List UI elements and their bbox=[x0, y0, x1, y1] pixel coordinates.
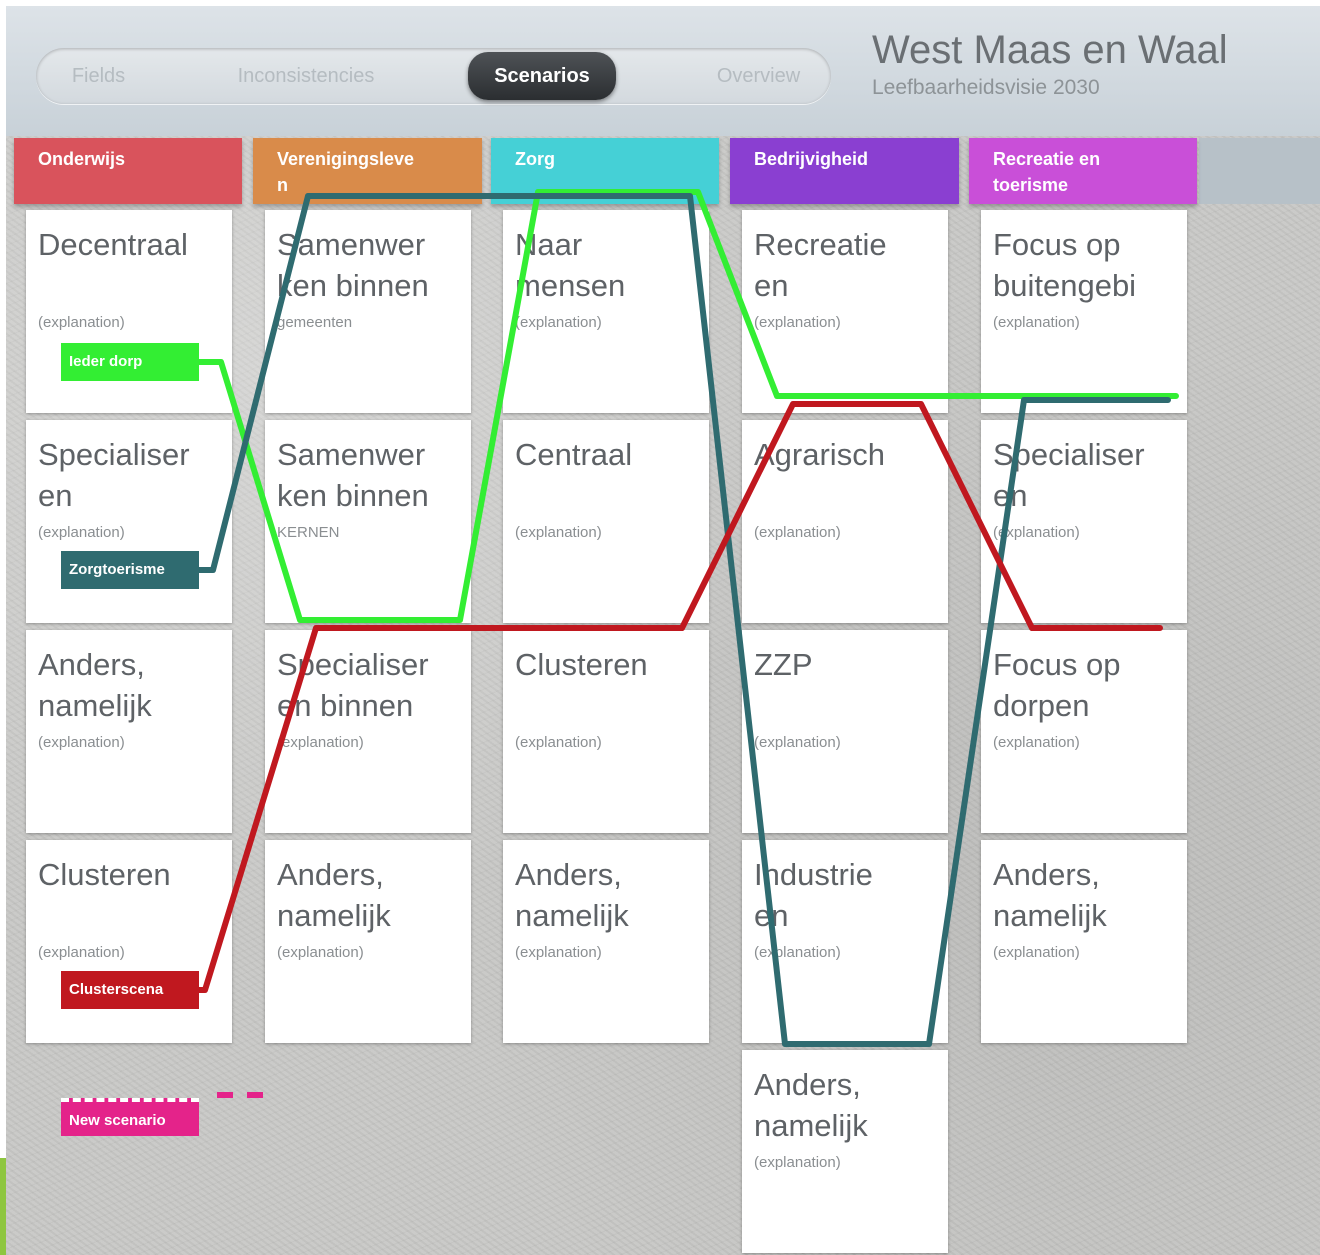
option-title: Agrarisch bbox=[754, 437, 885, 472]
tab-inconsistencies[interactable]: Inconsistencies bbox=[161, 48, 451, 104]
header-filler bbox=[1199, 138, 1320, 204]
option-title: Decentraal bbox=[38, 227, 188, 262]
category-header[interactable]: Recreatie en toerisme bbox=[969, 138, 1197, 204]
option-title: Specialiser en bbox=[993, 437, 1145, 513]
option-explanation: (explanation) bbox=[754, 524, 841, 541]
option-card[interactable]: Specialiser en (explanation) bbox=[26, 420, 232, 623]
view-switcher: Fields Inconsistencies Scenarios Overvie… bbox=[36, 48, 831, 104]
option-title: Anders, namelijk bbox=[277, 857, 391, 933]
option-explanation: (explanation) bbox=[993, 734, 1080, 751]
tab-fields[interactable]: Fields bbox=[36, 48, 161, 104]
option-title: Industrie en bbox=[754, 857, 873, 933]
option-title: Anders, namelijk bbox=[38, 647, 152, 723]
category-header[interactable]: Onderwijs bbox=[14, 138, 242, 204]
option-card[interactable]: Clusteren (explanation) bbox=[26, 840, 232, 1043]
option-card[interactable]: Industrie en (explanation) bbox=[742, 840, 948, 1043]
option-card[interactable]: Anders, namelijk (explanation) bbox=[265, 840, 471, 1043]
option-explanation: gemeenten bbox=[277, 314, 353, 331]
option-card[interactable]: Recreatie en (explanation) bbox=[742, 210, 948, 413]
category-label: Zorg bbox=[515, 149, 555, 169]
new-scenario-dash bbox=[217, 1092, 233, 1098]
option-title: Recreatie en bbox=[754, 227, 887, 303]
scenario-tag[interactable]: Ieder dorp bbox=[61, 343, 199, 381]
option-explanation: (explanation) bbox=[515, 944, 602, 961]
option-explanation: (explanation) bbox=[38, 314, 125, 331]
option-explanation: (explanation) bbox=[515, 524, 602, 541]
option-explanation: (explanation) bbox=[515, 314, 602, 331]
option-title: Samenwer ken binnen bbox=[277, 437, 429, 513]
category-label: Verenigingsleve n bbox=[277, 149, 415, 195]
page-subtitle: Leefbaarheidsvisie 2030 bbox=[872, 76, 1100, 99]
option-title: Focus op dorpen bbox=[993, 647, 1121, 723]
option-title: ZZP bbox=[754, 647, 813, 682]
category-header[interactable]: Zorg bbox=[491, 138, 719, 204]
option-title: Specialiser en binnen bbox=[277, 647, 429, 723]
option-card[interactable]: Focus op dorpen (explanation) bbox=[981, 630, 1187, 833]
option-explanation: (explanation) bbox=[754, 734, 841, 751]
category-label: Recreatie en toerisme bbox=[993, 149, 1101, 195]
tab-overview[interactable]: Overview bbox=[676, 48, 841, 104]
option-explanation: (explanation) bbox=[38, 524, 125, 541]
tab-scenarios[interactable]: Scenarios bbox=[468, 52, 616, 100]
option-title: Clusteren bbox=[38, 857, 171, 892]
scenario-board: Fields Inconsistencies Scenarios Overvie… bbox=[6, 6, 1320, 1255]
option-explanation: (explanation) bbox=[993, 314, 1080, 331]
option-title: Anders, namelijk bbox=[515, 857, 629, 933]
page-title: West Maas en Waal bbox=[872, 28, 1228, 72]
option-explanation: (explanation) bbox=[993, 944, 1080, 961]
scenario-tag[interactable]: Zorgtoerisme bbox=[61, 551, 199, 589]
category-label: Onderwijs bbox=[38, 149, 126, 169]
option-card[interactable]: Focus op buitengebi (explanation) bbox=[981, 210, 1187, 413]
option-card[interactable]: Samenwer ken binnen gemeenten bbox=[265, 210, 471, 413]
option-card[interactable]: Clusteren (explanation) bbox=[503, 630, 709, 833]
option-card[interactable]: ZZP (explanation) bbox=[742, 630, 948, 833]
option-card[interactable]: Anders, namelijk (explanation) bbox=[742, 1050, 948, 1253]
option-title: Focus op buitengebi bbox=[993, 227, 1137, 303]
option-title: Specialiser en bbox=[38, 437, 190, 513]
option-card[interactable]: Specialiser en binnen (explanation) bbox=[265, 630, 471, 833]
option-title: Anders, namelijk bbox=[993, 857, 1107, 933]
option-card[interactable]: Anders, namelijk (explanation) bbox=[503, 840, 709, 1043]
option-card[interactable]: Naar mensen (explanation) bbox=[503, 210, 709, 413]
option-title: Clusteren bbox=[515, 647, 648, 682]
new-scenario-button[interactable]: New scenario bbox=[61, 1098, 199, 1136]
option-card[interactable]: Decentraal (explanation) bbox=[26, 210, 232, 413]
option-explanation: (explanation) bbox=[754, 944, 841, 961]
corner-tab bbox=[0, 1158, 6, 1255]
option-explanation: (explanation) bbox=[754, 1154, 841, 1171]
option-card[interactable]: Centraal (explanation) bbox=[503, 420, 709, 623]
option-explanation: (explanation) bbox=[754, 314, 841, 331]
option-card[interactable]: Agrarisch (explanation) bbox=[742, 420, 948, 623]
option-card[interactable]: Anders, namelijk (explanation) bbox=[981, 840, 1187, 1043]
option-explanation: (explanation) bbox=[993, 524, 1080, 541]
option-title: Samenwer ken binnen bbox=[277, 227, 429, 303]
option-explanation: (explanation) bbox=[277, 734, 364, 751]
scenario-tag[interactable]: Clusterscena bbox=[61, 971, 199, 1009]
option-card[interactable]: Samenwer ken binnen KERNEN bbox=[265, 420, 471, 623]
option-card[interactable]: Specialiser en (explanation) bbox=[981, 420, 1187, 623]
category-header[interactable]: Verenigingsleve n bbox=[253, 138, 482, 204]
option-explanation: (explanation) bbox=[515, 734, 602, 751]
option-explanation: KERNEN bbox=[277, 524, 340, 541]
option-explanation: (explanation) bbox=[38, 734, 125, 751]
option-card[interactable]: Anders, namelijk (explanation) bbox=[26, 630, 232, 833]
option-title: Centraal bbox=[515, 437, 633, 472]
category-label: Bedrijvigheid bbox=[754, 149, 869, 169]
top-bar: Fields Inconsistencies Scenarios Overvie… bbox=[6, 6, 1320, 136]
option-title: Naar mensen bbox=[515, 227, 626, 303]
new-scenario-dash bbox=[247, 1092, 263, 1098]
option-explanation: (explanation) bbox=[277, 944, 364, 961]
category-header[interactable]: Bedrijvigheid bbox=[730, 138, 959, 204]
option-title: Anders, namelijk bbox=[754, 1067, 868, 1143]
option-explanation: (explanation) bbox=[38, 944, 125, 961]
